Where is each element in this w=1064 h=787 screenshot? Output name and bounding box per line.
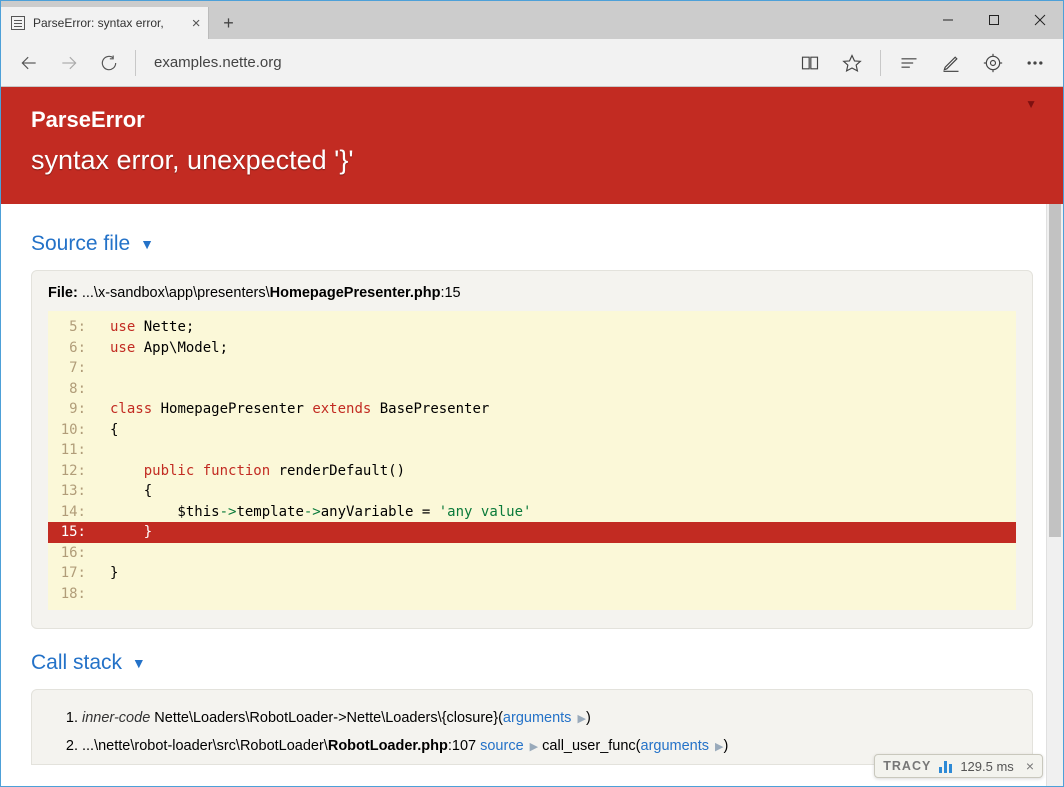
window-maximize-button[interactable] [971,1,1017,39]
source-file-label: Source file [31,232,130,255]
code-line-highlighted: 15: } [48,522,1016,543]
file-label: File: [48,285,78,301]
code-line: 14: $this->template->anyVariable = 'any … [48,502,1016,523]
chevron-down-icon: ▼ [140,236,154,252]
source-file-panel: File: ...\x-sandbox\app\presenters\Homep… [31,270,1033,629]
tab-title: ParseError: syntax error, [33,16,164,30]
code-line: 6:use App\Model; [48,338,1016,359]
error-header: ▼ ParseError syntax error, unexpected '}… [1,87,1063,204]
code-line: 9:class HomepagePresenter extends BasePr… [48,399,1016,420]
code-line: 8: [48,379,1016,400]
code-line: 16: [48,543,1016,564]
refresh-button[interactable] [89,43,129,83]
toolbar-separator [880,50,881,76]
browser-toolbar: examples.nette.org [1,39,1063,87]
code-line: 12: public function renderDefault() [48,461,1016,482]
code-line: 17:} [48,563,1016,584]
code-line: 7: [48,358,1016,379]
call-stack-label: Call stack [31,651,122,674]
notes-icon[interactable] [931,43,971,83]
code-line: 18: [48,584,1016,605]
arguments-link[interactable]: arguments [503,710,572,726]
forward-button[interactable] [49,43,89,83]
error-type: ParseError [31,107,1033,133]
reading-view-icon[interactable] [790,43,830,83]
scrollbar-thumb[interactable] [1049,157,1061,537]
code-line: 13: { [48,481,1016,502]
expand-icon[interactable]: ▶ [577,713,585,725]
more-icon[interactable] [1015,43,1055,83]
bars-icon [939,759,952,773]
address-bar[interactable]: examples.nette.org [142,54,790,71]
chevron-down-icon: ▼ [132,655,146,671]
code-line: 11: [48,440,1016,461]
window-close-button[interactable] [1017,1,1063,39]
tracy-time: 129.5 ms [960,759,1013,774]
share-icon[interactable] [973,43,1013,83]
new-tab-button[interactable]: + [209,7,247,39]
tracy-close-icon[interactable]: × [1026,758,1034,774]
tracy-debug-bar[interactable]: TRACY 129.5 ms × [874,754,1043,778]
browser-tab[interactable]: ParseError: syntax error, × [1,7,209,39]
error-message: syntax error, unexpected '}' [31,145,1033,176]
arguments-link[interactable]: arguments [641,738,710,754]
call-stack-heading[interactable]: Call stack ▼ [31,651,1033,675]
code-listing: 5:use Nette; 6:use App\Model; 7: 8: 9:cl… [48,311,1016,610]
code-line: 5:use Nette; [48,317,1016,338]
tracy-logo: TRACY [883,759,931,773]
code-line: 10:{ [48,420,1016,441]
window-minimize-button[interactable] [925,1,971,39]
back-button[interactable] [9,43,49,83]
stack-frame: inner-code Nette\Loaders\RobotLoader->Ne… [82,704,1016,732]
tab-close-icon[interactable]: × [192,15,201,32]
source-file-heading[interactable]: Source file ▼ [31,232,1033,256]
favorite-icon[interactable] [832,43,872,83]
window-titlebar: ParseError: syntax error, × + [1,1,1063,39]
page-content: ▼ ParseError syntax error, unexpected '}… [1,87,1063,786]
collapse-icon[interactable]: ▼ [1025,97,1037,111]
page-icon [11,16,25,30]
expand-icon[interactable]: ▶ [530,741,538,753]
file-path: File: ...\x-sandbox\app\presenters\Homep… [48,285,1016,301]
toolbar-separator [135,50,136,76]
hub-icon[interactable] [889,43,929,83]
expand-icon[interactable]: ▶ [715,741,723,753]
source-link[interactable]: source [480,738,524,754]
